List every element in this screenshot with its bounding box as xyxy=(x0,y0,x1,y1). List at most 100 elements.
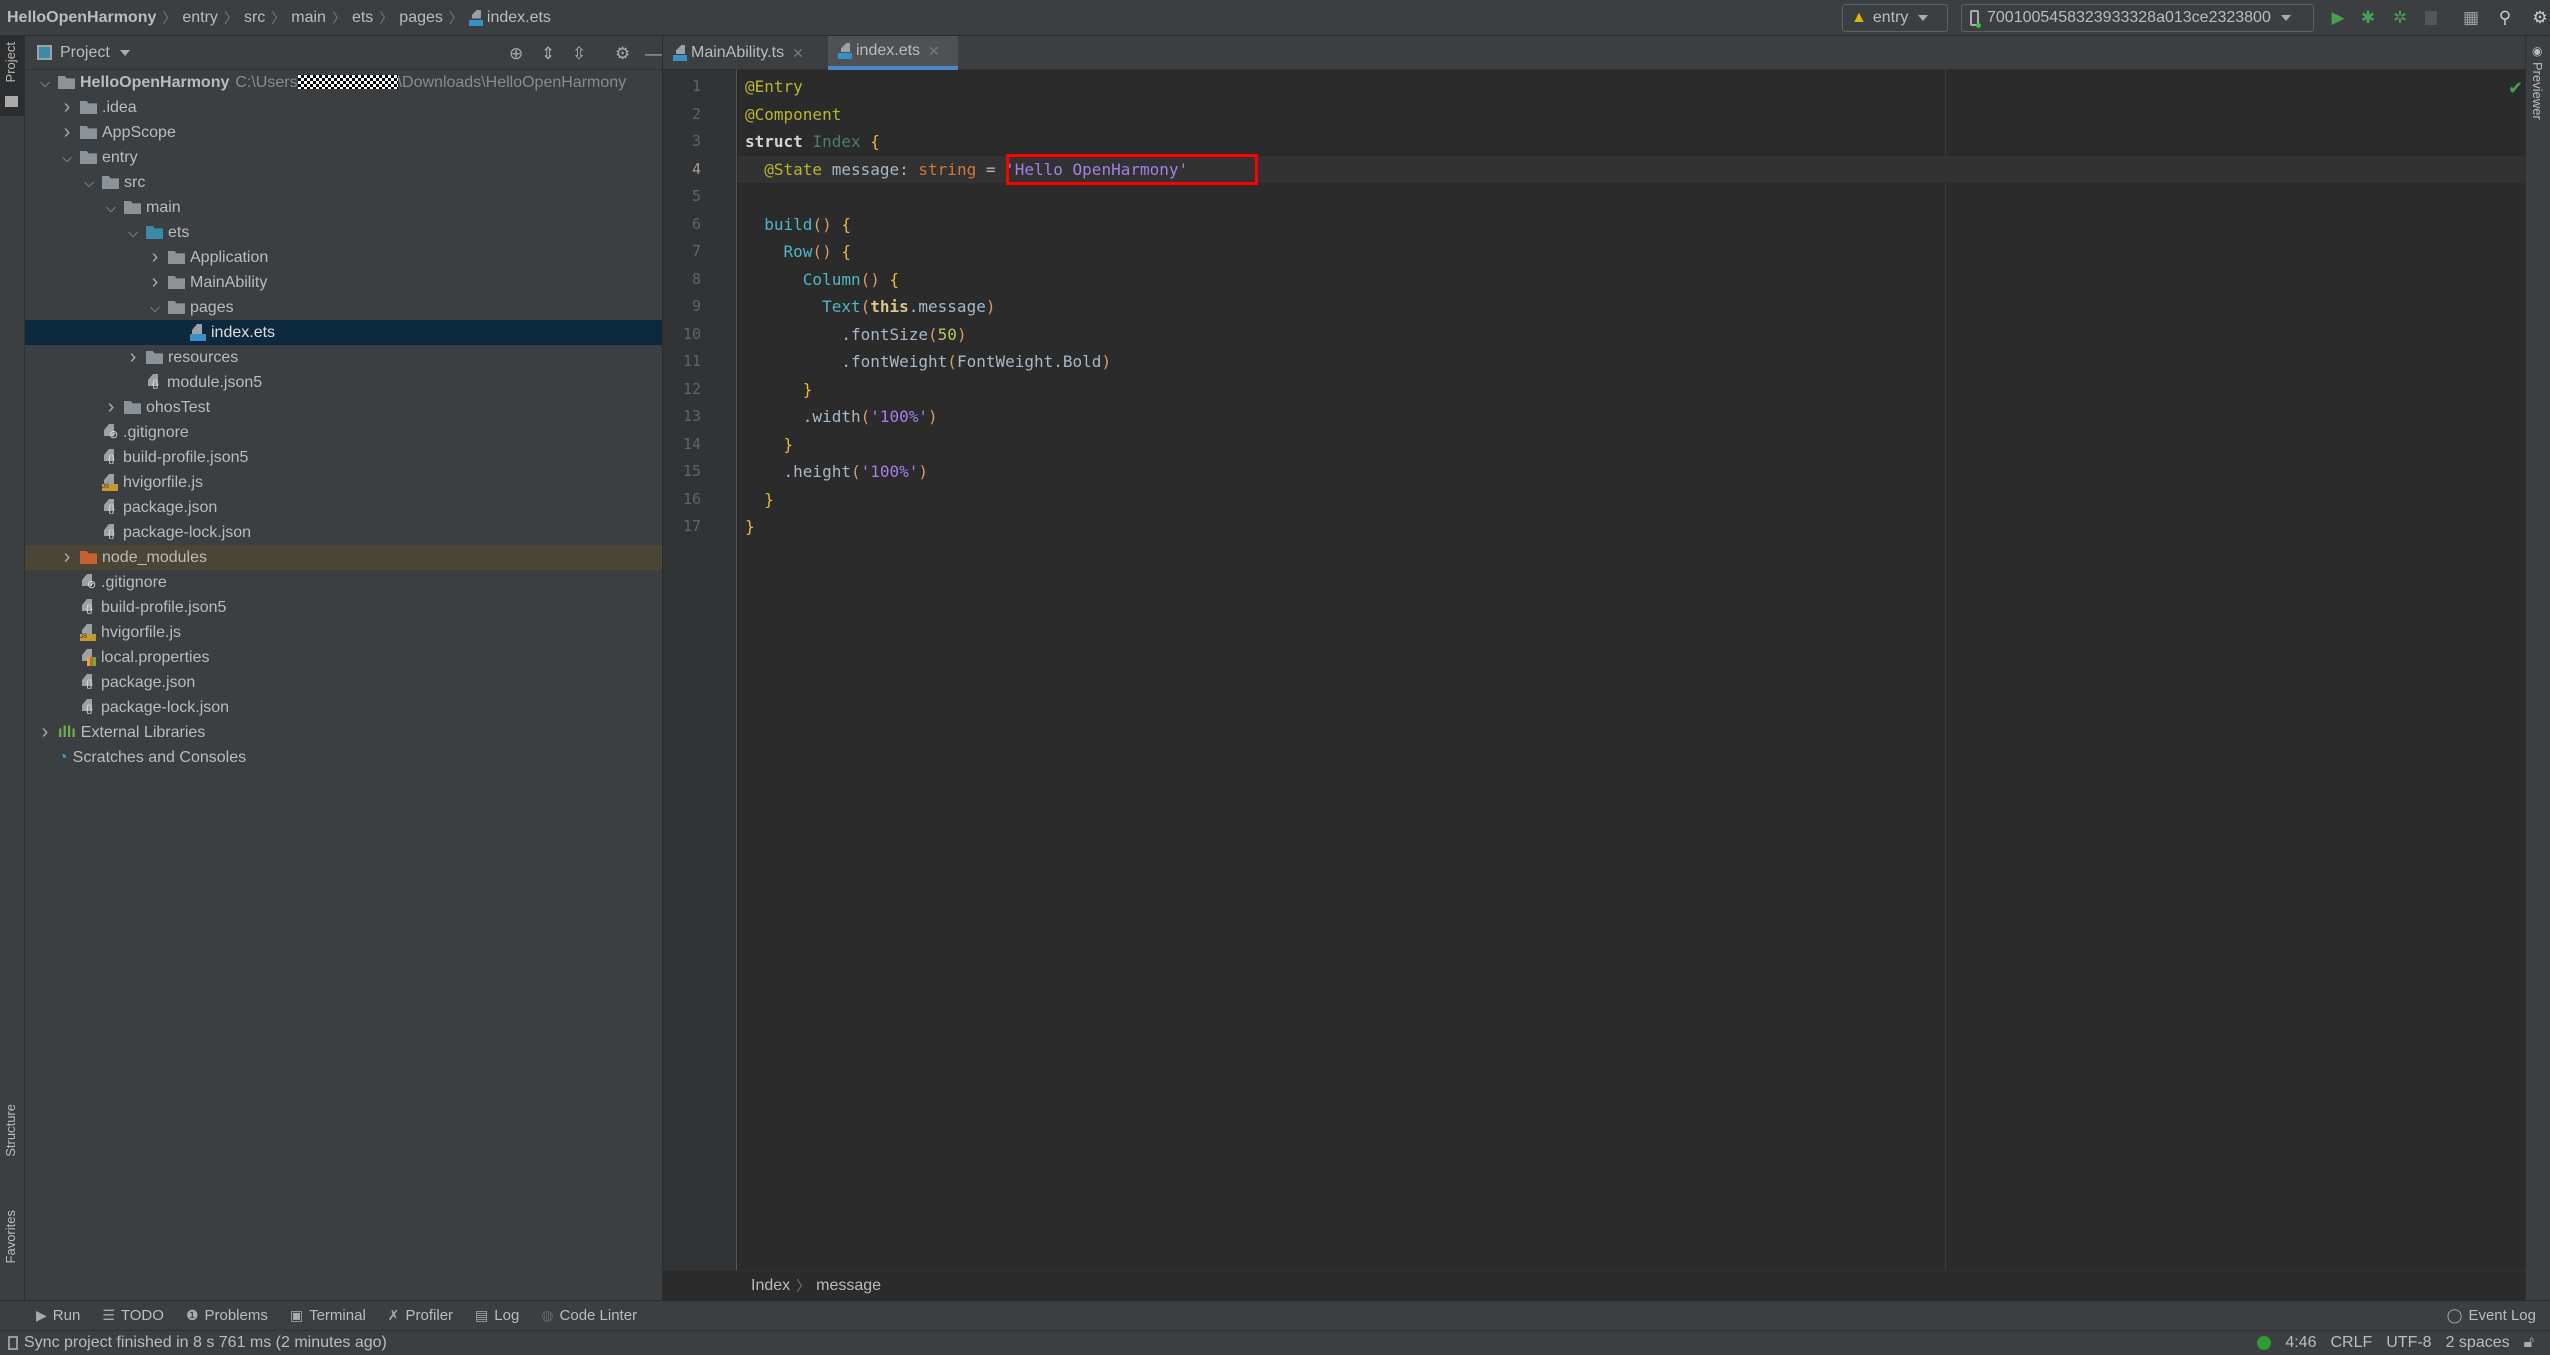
indent-setting[interactable]: 2 spaces xyxy=(2446,1334,2510,1352)
tree-item[interactable]: hvigorfile.js xyxy=(25,620,662,645)
tree-item[interactable]: ⌵ HelloOpenHarmony C:\Users \Downloads\Hell… xyxy=(25,70,662,95)
tree-item[interactable]: hvigorfile.js xyxy=(25,470,662,495)
search-icon[interactable]: ⚲ xyxy=(2495,8,2515,28)
crumb-index[interactable]: Index xyxy=(751,1277,790,1295)
tree-item[interactable]: module.json5 xyxy=(25,370,662,395)
status-indicator-icon[interactable] xyxy=(2257,1336,2272,1350)
file-encoding[interactable]: UTF-8 xyxy=(2386,1334,2431,1352)
tree-item[interactable]: ⌵ src xyxy=(25,170,662,195)
crumb-ets[interactable]: ets xyxy=(352,9,373,27)
tree-item[interactable]: ⌵ entry xyxy=(25,145,662,170)
run-config-dropdown[interactable]: ▲ entry xyxy=(1842,4,1948,32)
tree-item[interactable]: › Application xyxy=(25,245,662,270)
crumb-pages[interactable]: pages xyxy=(399,9,443,27)
structure-tool-button[interactable]: Structure xyxy=(0,1100,24,1220)
tree-item[interactable]: › .idea xyxy=(25,95,662,120)
chevron-down-icon[interactable]: ⌵ xyxy=(148,300,162,316)
run-icon[interactable]: ▶ xyxy=(2328,8,2348,28)
device-dropdown[interactable]: 7001005458323933328a013ce2323800 xyxy=(1961,4,2314,32)
code-line[interactable]: .width('100%') xyxy=(745,403,938,431)
code-line[interactable]: } xyxy=(745,513,755,541)
tree-item[interactable]: › ohosTest xyxy=(25,395,662,420)
chevron-right-icon[interactable]: › xyxy=(60,96,74,119)
tree-item[interactable]: ⌵ ets xyxy=(25,220,662,245)
tree-item[interactable]: package.json xyxy=(25,670,662,695)
chevron-right-icon[interactable]: › xyxy=(60,121,74,144)
crumb-main[interactable]: main xyxy=(291,9,326,27)
chevron-right-icon[interactable]: › xyxy=(148,246,162,269)
attach-debugger-icon[interactable]: ✲ xyxy=(2390,8,2410,28)
code-line[interactable]: @Entry xyxy=(745,73,803,101)
close-icon[interactable]: ✕ xyxy=(928,43,940,60)
debug-icon[interactable]: ✱ xyxy=(2358,8,2378,28)
tool-profiler[interactable]: ✗ Profiler xyxy=(388,1307,453,1324)
tree-item[interactable]: ◔ Scratches and Consoles xyxy=(25,745,662,770)
chevron-right-icon[interactable]: › xyxy=(104,396,118,419)
tree-item[interactable]: index.ets xyxy=(25,320,662,345)
code-line[interactable]: } xyxy=(745,486,774,514)
chevron-down-icon[interactable]: ⌵ xyxy=(126,225,140,241)
tab-mainability-ts[interactable]: MainAbility.ts ✕ xyxy=(663,36,825,70)
tree-item[interactable]: build-profile.json5 xyxy=(25,595,662,620)
code-line[interactable]: .fontWeight(FontWeight.Bold) xyxy=(745,348,1111,376)
project-tool-button[interactable]: Project xyxy=(0,36,24,116)
line-separator[interactable]: CRLF xyxy=(2330,1334,2372,1352)
tree-item[interactable]: › AppScope xyxy=(25,120,662,145)
code-line[interactable]: struct Index { xyxy=(745,128,880,156)
crumb-src[interactable]: src xyxy=(244,9,265,27)
crumb-message[interactable]: message xyxy=(816,1277,881,1295)
tree-item[interactable]: ⌵ main xyxy=(25,195,662,220)
code-line[interactable]: build() { xyxy=(745,211,851,239)
chevron-down-icon[interactable]: ⌵ xyxy=(82,175,96,191)
code-line[interactable]: Text(this.message) xyxy=(745,293,995,321)
code-line[interactable]: .fontSize(50) xyxy=(745,321,966,349)
settings-icon[interactable]: ⚙ xyxy=(2530,8,2550,28)
code-line[interactable]: @Component xyxy=(745,101,841,129)
chevron-down-icon[interactable]: ⌵ xyxy=(60,150,74,166)
tab-index-ets[interactable]: index.ets ✕ xyxy=(828,36,958,70)
tool-log[interactable]: ▤ Log xyxy=(475,1307,519,1324)
crumb-project[interactable]: HelloOpenHarmony xyxy=(7,9,156,27)
tool-problems[interactable]: ❶ Problems xyxy=(186,1307,268,1324)
crumb-file[interactable]: index.ets xyxy=(487,9,551,27)
no-problems-check-icon[interactable]: ✔ xyxy=(2508,78,2523,99)
tree-item[interactable]: › node_modules xyxy=(25,545,662,570)
chevron-down-icon[interactable] xyxy=(119,49,130,56)
chevron-right-icon[interactable]: › xyxy=(126,346,140,369)
chevron-right-icon[interactable]: › xyxy=(38,721,52,744)
code-line[interactable]: Column() { xyxy=(745,266,899,294)
collapse-all-icon[interactable]: ⇳ xyxy=(572,44,586,64)
tree-item[interactable]: › resources xyxy=(25,345,662,370)
tree-item[interactable]: › MainAbility xyxy=(25,270,662,295)
gear-icon[interactable]: ⚙ xyxy=(615,44,630,64)
project-view-selector[interactable]: Project xyxy=(60,44,110,62)
event-log-button[interactable]: ◯ Event Log xyxy=(2447,1307,2536,1324)
tree-item[interactable]: package-lock.json xyxy=(25,520,662,545)
tool-code-linter[interactable]: ◍ Code Linter xyxy=(541,1307,637,1324)
chevron-right-icon[interactable]: › xyxy=(60,546,74,569)
code-line[interactable]: } xyxy=(745,376,813,404)
tree-item[interactable]: build-profile.json5 xyxy=(25,445,662,470)
expand-all-icon[interactable]: ⇕ xyxy=(541,44,555,64)
code-line[interactable]: } xyxy=(745,431,794,459)
code-line[interactable]: Row() { xyxy=(745,238,851,266)
tree-item[interactable]: package-lock.json xyxy=(25,695,662,720)
chevron-down-icon[interactable]: ⌵ xyxy=(104,200,118,216)
hide-panel-icon[interactable]: — xyxy=(645,44,662,64)
locate-file-icon[interactable]: ⊕ xyxy=(509,44,523,64)
close-icon[interactable]: ✕ xyxy=(792,45,804,62)
tree-item[interactable]: local.properties xyxy=(25,645,662,670)
tool-terminal[interactable]: ▣ Terminal xyxy=(290,1307,366,1324)
tree-item[interactable]: ⌵ pages xyxy=(25,295,662,320)
stop-icon[interactable] xyxy=(2421,8,2441,28)
project-structure-icon[interactable]: ▦ xyxy=(2461,8,2481,28)
previewer-tool-button[interactable]: ◉ Previewer xyxy=(2526,44,2550,144)
tree-item[interactable]: .gitignore xyxy=(25,570,662,595)
tree-item[interactable]: package.json xyxy=(25,495,662,520)
tree-item[interactable]: › ıllı External Libraries xyxy=(25,720,662,745)
status-message[interactable]: Sync project finished in 8 s 761 ms (2 m… xyxy=(24,1334,387,1352)
chevron-right-icon[interactable]: › xyxy=(148,271,162,294)
crumb-entry[interactable]: entry xyxy=(182,9,218,27)
lock-icon[interactable]: 🔓︎ xyxy=(2524,1334,2534,1352)
code-line[interactable]: .height('100%') xyxy=(745,458,929,486)
